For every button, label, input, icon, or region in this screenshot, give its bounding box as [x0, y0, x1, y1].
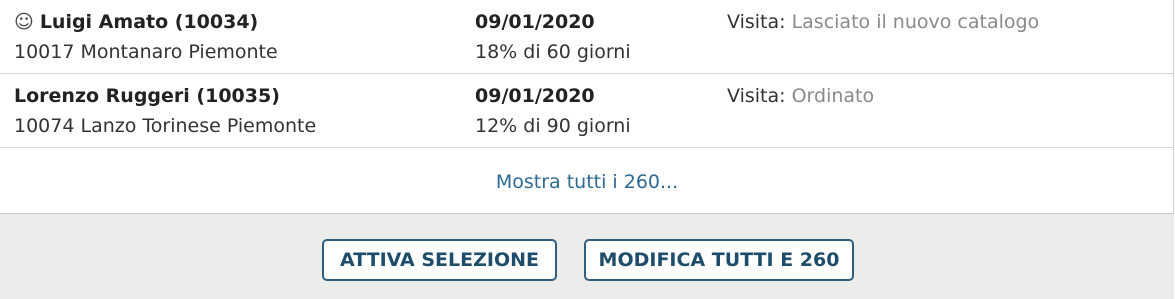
edit-all-button[interactable]: MODIFICA TUTTI E 260	[584, 239, 854, 281]
customer-name-text: Luigi Amato (10034)	[39, 11, 259, 33]
visit-label: Visita:	[727, 11, 786, 33]
payment-terms: 18% di 60 giorni	[475, 41, 631, 63]
visit-status: Visita: Lasciato il nuovo catalogo	[727, 11, 1039, 33]
visit-label: Visita:	[727, 85, 786, 107]
show-all-link[interactable]: Mostra tutti i 260...	[0, 170, 1174, 194]
payment-terms: 12% di 90 giorni	[475, 115, 631, 137]
smiley-icon: ☺	[14, 11, 34, 33]
visit-value: Ordinato	[791, 85, 875, 107]
customer-address: 10074 Lanzo Torinese Piemonte	[14, 115, 317, 137]
activate-selection-button[interactable]: ATTIVA SELEZIONE	[322, 239, 557, 281]
list-item[interactable]: ☺ Luigi Amato (10034) 10017 Montanaro Pie…	[0, 0, 1174, 74]
customer-address: 10017 Montanaro Piemonte	[14, 41, 278, 63]
customer-name: Lorenzo Ruggeri (10035)	[14, 85, 280, 107]
list-item[interactable]: Lorenzo Ruggeri (10035) 10074 Lanzo Tori…	[0, 74, 1174, 148]
visit-status: Visita: Ordinato	[727, 85, 874, 107]
customer-list-panel: ☺ Luigi Amato (10034) 10017 Montanaro Pie…	[0, 0, 1174, 299]
visit-date: 09/01/2020	[475, 85, 595, 107]
visit-date: 09/01/2020	[475, 11, 595, 33]
visit-value: Lasciato il nuovo catalogo	[791, 11, 1040, 33]
customer-name: ☺ Luigi Amato (10034)	[14, 11, 258, 33]
action-footer: ATTIVA SELEZIONE MODIFICA TUTTI E 260	[0, 213, 1174, 299]
